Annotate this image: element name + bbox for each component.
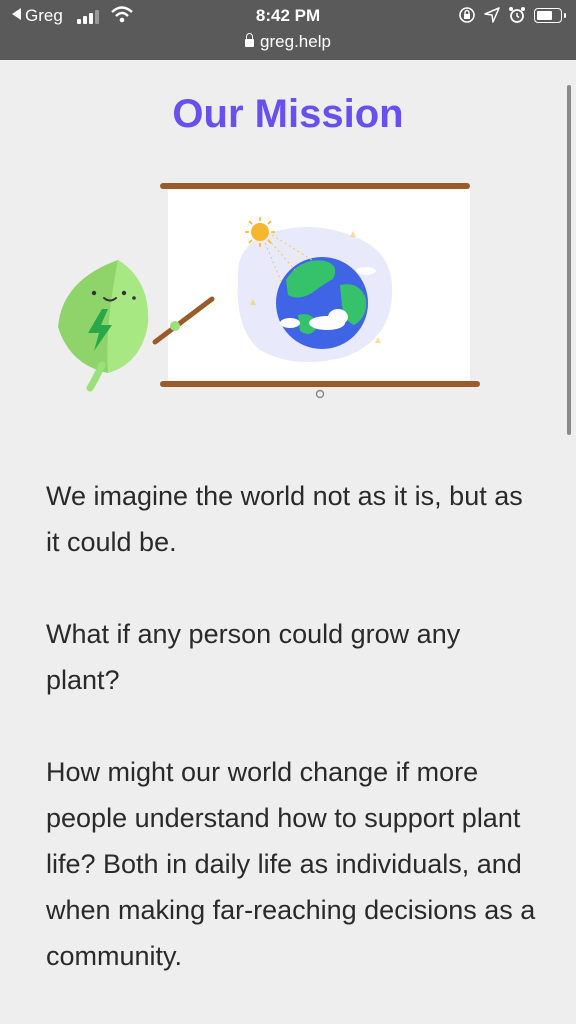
mission-illustration [58, 183, 480, 399]
url-bar[interactable]: greg.help [0, 32, 576, 52]
url-text: greg.help [260, 32, 331, 51]
status-bar: Greg 8:42 PM greg.help [0, 0, 576, 60]
scrollbar[interactable] [567, 85, 571, 435]
battery-icon [534, 7, 566, 23]
lock-icon [245, 33, 255, 47]
mission-paragraph-1: We imagine the world not as it is, but a… [46, 481, 523, 557]
leaf-mascot-icon [58, 260, 149, 392]
page-title: Our Mission [172, 92, 404, 136]
mission-paragraph-2: What if any person could grow any plant? [46, 619, 461, 695]
location-icon [484, 7, 500, 23]
earth-icon [237, 226, 393, 363]
alarm-icon [509, 7, 525, 23]
orientation-lock-icon [459, 7, 475, 23]
mission-paragraph-3: How might our world change if more peopl… [46, 757, 536, 971]
status-right-icons [458, 6, 566, 24]
